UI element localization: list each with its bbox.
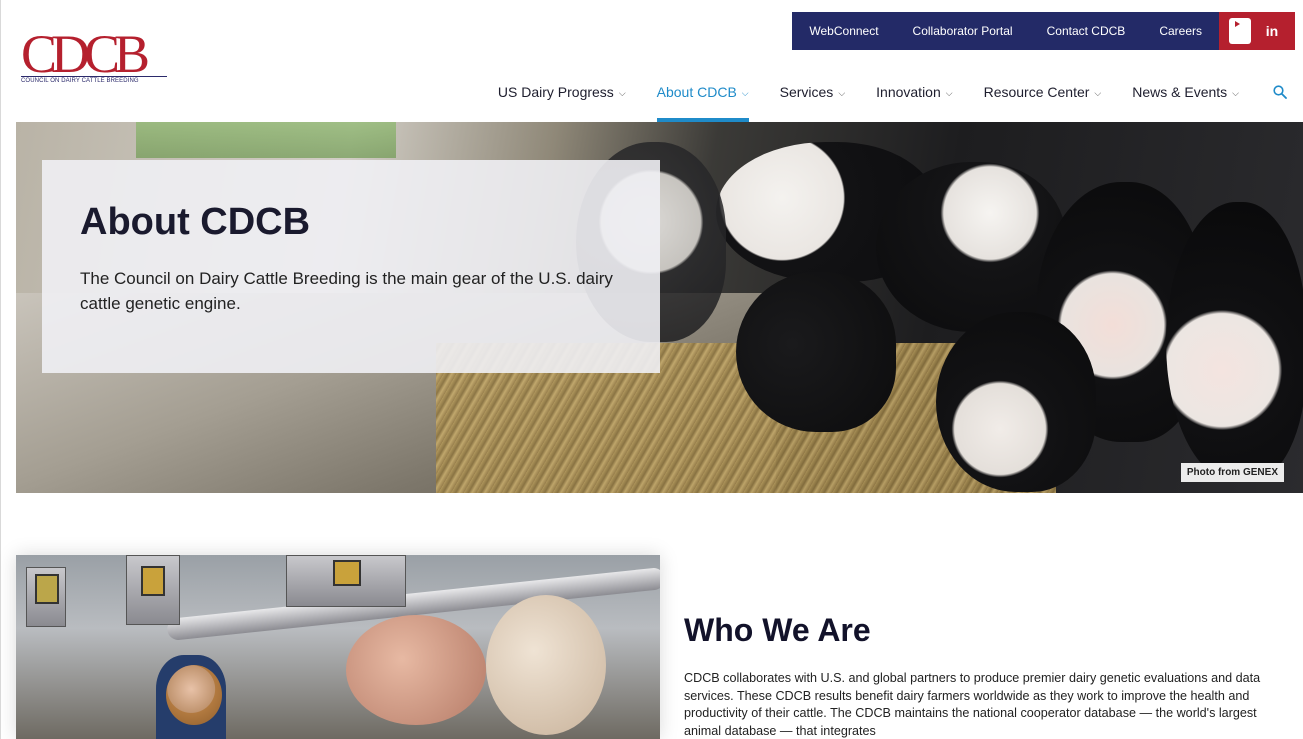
search-button[interactable] <box>1273 72 1287 112</box>
page: CDCB COUNCIL ON DAIRY CATTLE BREEDING We… <box>0 0 1303 739</box>
nav-label: Services <box>779 84 834 100</box>
logo-wordmark: CDCB <box>21 24 148 78</box>
image-detail <box>346 615 486 725</box>
nav-about-cdcb[interactable]: About CDCB ⌵ <box>656 72 749 122</box>
utility-link-collaborator-portal[interactable]: Collaborator Portal <box>896 12 1030 50</box>
image-detail <box>333 560 361 586</box>
image-detail <box>141 566 165 596</box>
nav-news-events[interactable]: News & Events ⌵ <box>1132 72 1239 112</box>
who-we-are-heading: Who We Are <box>684 612 871 648</box>
cdcb-logo-mark: CDCB <box>21 24 154 78</box>
hero-photo-cow <box>736 272 896 432</box>
chevron-down-icon: ⌵ <box>1232 87 1239 98</box>
chevron-down-icon: ⌵ <box>1094 87 1102 98</box>
chevron-down-icon: ⌵ <box>838 87 846 98</box>
search-icon <box>1273 85 1287 99</box>
nav-label: News & Events <box>1132 84 1228 100</box>
nav-label: Resource Center <box>983 84 1090 100</box>
image-detail <box>166 665 222 725</box>
utility-bar: WebConnect Collaborator Portal Contact C… <box>792 12 1295 50</box>
nav-us-dairy-progress[interactable]: US Dairy Progress ⌵ <box>498 72 626 112</box>
image-detail <box>26 567 66 627</box>
youtube-icon[interactable] <box>1229 18 1255 44</box>
chevron-down-icon: ⌵ <box>945 87 953 98</box>
image-detail <box>126 555 180 625</box>
image-detail <box>286 555 406 607</box>
image-detail <box>486 595 606 735</box>
linkedin-icon[interactable]: in <box>1259 18 1285 44</box>
page-title: About CDCB <box>80 201 311 243</box>
who-we-are-body: CDCB collaborates with U.S. and global p… <box>684 671 1261 738</box>
chevron-down-icon: ⌵ <box>741 87 749 98</box>
photo-credit: Photo from GENEX <box>1180 463 1284 482</box>
milking-parlor-image <box>16 555 660 739</box>
nav-label: Innovation <box>876 84 941 100</box>
hero-banner: About CDCB The Council on Dairy Cattle B… <box>16 122 1303 493</box>
hero-photo-cow <box>936 312 1096 492</box>
utility-link-webconnect[interactable]: WebConnect <box>792 12 895 50</box>
hero-photo-cow <box>1166 202 1303 482</box>
youtube-play-glyph <box>1229 18 1251 44</box>
nav-label: US Dairy Progress <box>497 84 614 100</box>
nav-label: About CDCB <box>656 84 737 100</box>
utility-link-careers[interactable]: Careers <box>1142 12 1219 50</box>
hero-description: The Council on Dairy Cattle Breeding is … <box>80 269 613 313</box>
nav-innovation[interactable]: Innovation ⌵ <box>876 72 952 112</box>
hero-photo-background <box>136 122 396 158</box>
image-detail <box>35 574 59 604</box>
utility-link-contact-cdcb[interactable]: Contact CDCB <box>1030 12 1143 50</box>
main-nav: US Dairy Progress ⌵ About CDCB ⌵ Services ⌵… <box>467 72 1287 122</box>
social-links: in <box>1219 12 1295 50</box>
chevron-down-icon: ⌵ <box>618 87 626 98</box>
nav-resource-center[interactable]: Resource Center ⌵ <box>984 72 1102 112</box>
logo-tagline: COUNCIL ON DAIRY CATTLE BREEDING <box>21 76 167 84</box>
nav-services[interactable]: Services ⌵ <box>780 72 846 112</box>
